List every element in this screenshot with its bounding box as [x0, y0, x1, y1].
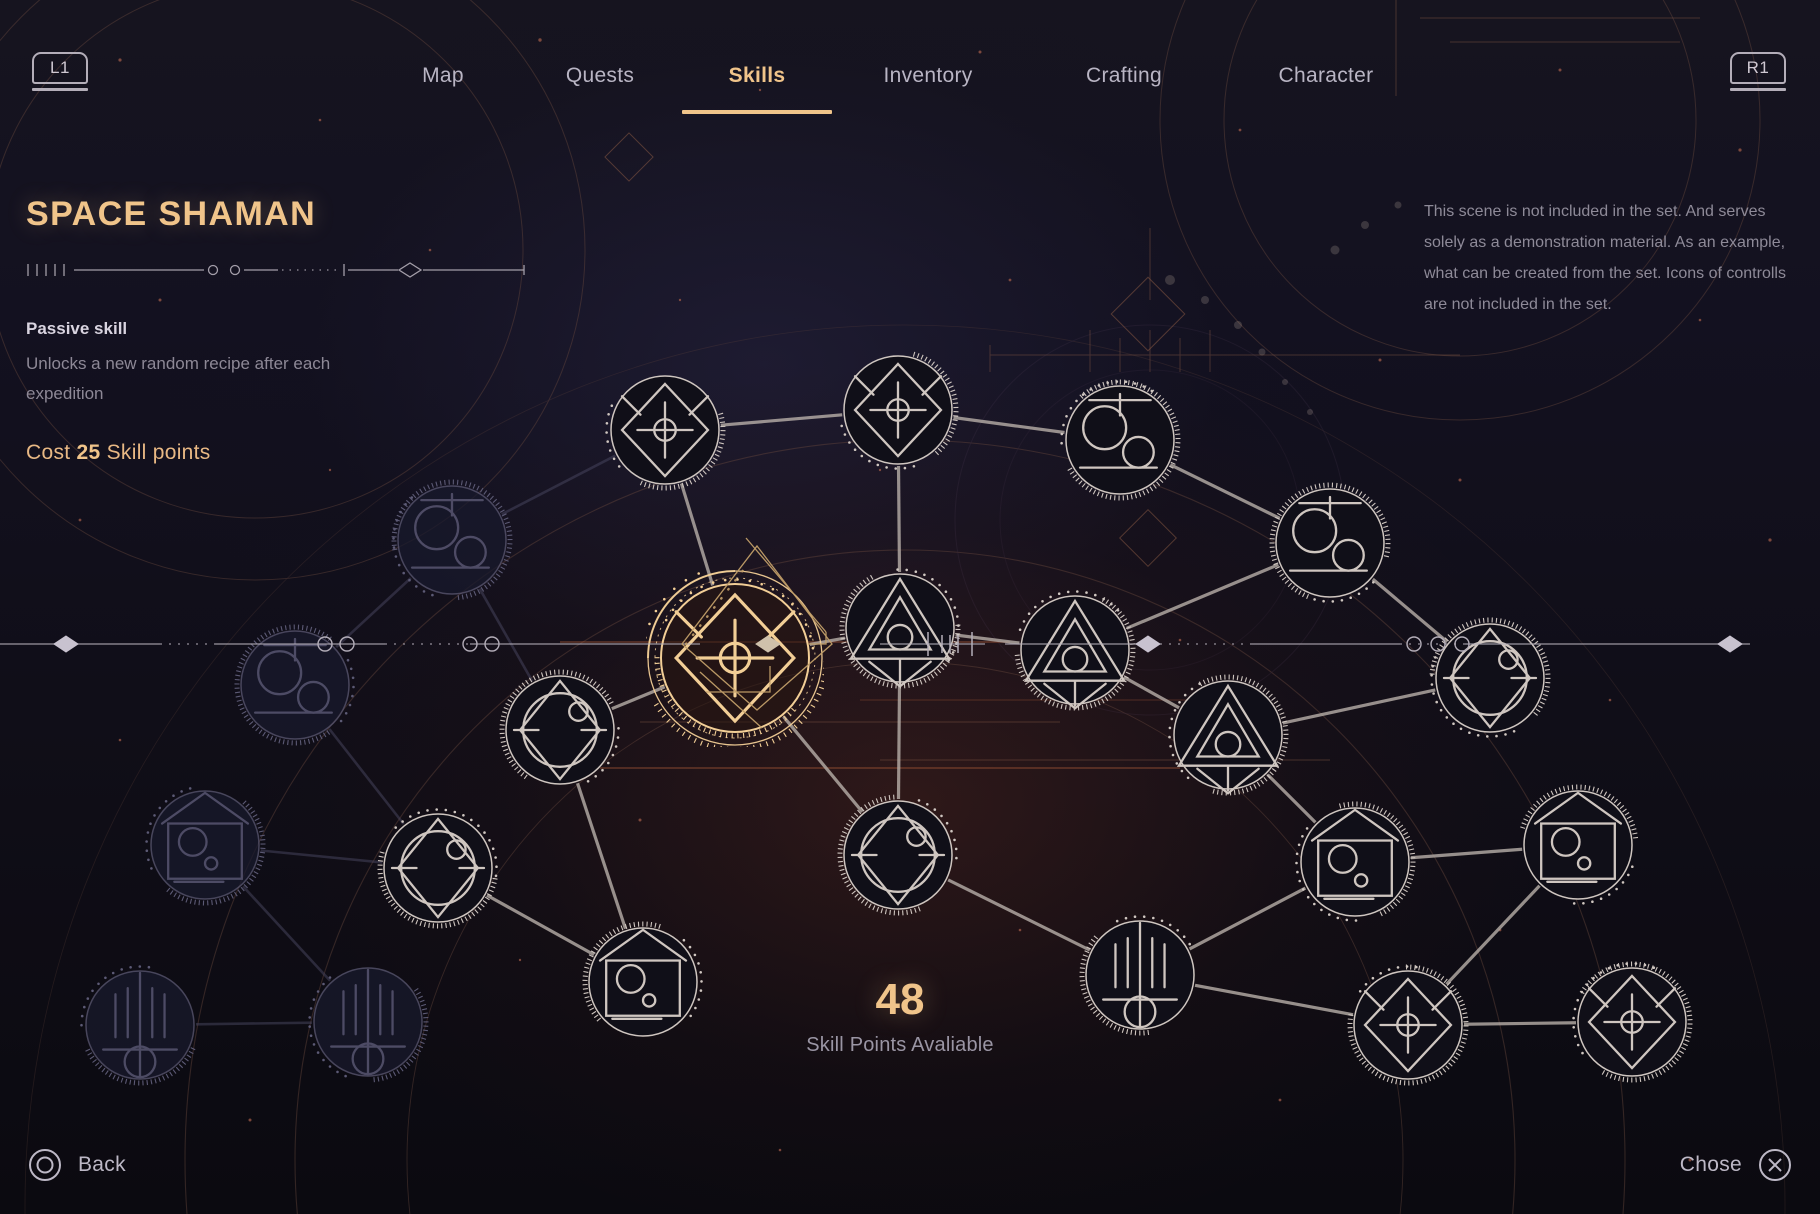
skill-node-graphic	[1060, 379, 1181, 501]
skill-node-beam[interactable]	[1261, 474, 1399, 612]
skill-node-graphic	[1079, 915, 1195, 1036]
l1-underbar	[32, 88, 88, 91]
skill-node-graphic	[605, 375, 726, 491]
nav-tab-quests[interactable]: Quests	[566, 64, 634, 88]
chose-button-label: Chose	[1679, 1153, 1742, 1176]
skill-node-vector[interactable]	[1421, 609, 1559, 747]
skill-node-graphic	[1572, 961, 1693, 1083]
nav-active-underline	[682, 110, 832, 114]
skill-points-block: 48 Skill Points Avaliable	[806, 975, 993, 1057]
skill-node-antenna[interactable]	[1006, 581, 1144, 719]
l1-shoulder-button[interactable]: L1	[32, 52, 90, 98]
skill-node-space-shaman[interactable]	[641, 569, 829, 752]
skill-description: Unlocks a new random recipe after each e…	[26, 354, 331, 403]
skill-node-prism[interactable]	[383, 471, 521, 609]
skill-node-radar[interactable]	[136, 776, 274, 914]
r1-underbar	[1730, 88, 1786, 91]
skill-node-graphic	[308, 967, 429, 1083]
skill-node-compass[interactable]	[1051, 371, 1189, 509]
skill-node-graphic	[839, 568, 961, 689]
skill-node-rocket[interactable]	[829, 786, 967, 924]
nav-tab-skills[interactable]: Skills	[729, 64, 786, 88]
skill-points-label: Skill Points Avaliable	[806, 1034, 994, 1056]
skill-node-spire[interactable]	[299, 953, 437, 1091]
skill-node-graphic	[1269, 482, 1391, 603]
skill-node-graphic	[80, 965, 196, 1086]
skill-node-graphic	[391, 479, 513, 601]
nav-tab-map[interactable]: Map	[422, 64, 464, 88]
skill-tree-screen: L1 R1 Map Quests Skills Inventory Crafting Ch…	[0, 0, 1820, 1214]
skill-node-graphic	[1295, 801, 1416, 922]
skill-node-house[interactable]	[1339, 956, 1477, 1094]
skill-node-graphic	[837, 794, 958, 916]
skill-node-graphic	[499, 669, 620, 785]
skill-node-sphere[interactable]	[1509, 776, 1647, 914]
cost-suffix: Skill points	[100, 441, 211, 464]
cost-value: 25	[76, 441, 101, 464]
circle-button-icon	[29, 1149, 61, 1181]
skill-node-nebula[interactable]	[596, 361, 734, 499]
skill-node-graphic	[145, 787, 266, 906]
cross-button-icon	[1759, 1149, 1791, 1181]
skill-node-graphic	[641, 570, 829, 752]
l1-label: L1	[32, 52, 88, 84]
r1-label: R1	[1730, 52, 1786, 84]
skill-node-pyramid[interactable]	[1159, 666, 1297, 804]
title-divider-graphic	[27, 262, 525, 278]
skill-node-graphic	[234, 624, 355, 746]
footer-bar: Back Chose	[0, 1104, 1820, 1214]
r1-shoulder-button[interactable]: R1	[1730, 52, 1788, 98]
skill-node-grid[interactable]	[491, 661, 629, 799]
skill-node-graphic	[582, 921, 703, 1037]
back-button[interactable]: Back	[28, 1148, 126, 1182]
skill-node-graphic	[1429, 617, 1551, 738]
back-button-label: Back	[78, 1153, 126, 1176]
skill-node-graphic	[377, 808, 498, 929]
nav-tab-character[interactable]: Character	[1279, 64, 1374, 88]
page-title: SPACE SHAMAN	[26, 195, 317, 233]
skill-node-beacon[interactable]	[829, 341, 967, 479]
disclaimer-text: This scene is not included in the set. A…	[1424, 203, 1786, 313]
skill-cost: Cost 25 Skill points	[26, 441, 446, 465]
skill-points-value: 48	[875, 975, 925, 1024]
cost-prefix: Cost	[26, 441, 77, 464]
skill-node-graphic	[840, 351, 959, 470]
skill-node-tower[interactable]	[1071, 906, 1209, 1044]
nav-tab-inventory[interactable]: Inventory	[883, 64, 972, 88]
skill-node-clock[interactable]	[574, 913, 712, 1051]
skill-info-panel: SPACE SHAMAN Passive skill Unlocks a new…	[26, 195, 525, 465]
skill-node-graphic	[1520, 784, 1639, 905]
skill-node-arrowhead[interactable]	[71, 956, 209, 1094]
skill-node-rhombus[interactable]	[1563, 953, 1701, 1091]
chose-button[interactable]: Chose	[1680, 1148, 1792, 1182]
skill-type-label: Passive skill	[26, 319, 128, 338]
nav-tab-crafting[interactable]: Crafting	[1086, 64, 1162, 88]
skill-node-lens[interactable]	[226, 616, 364, 754]
skill-node-sigil[interactable]	[831, 559, 969, 697]
skill-node-crosshair[interactable]	[1286, 793, 1424, 931]
top-navigation: L1 R1 Map Quests Skills Inventory Crafting Ch…	[0, 0, 1820, 729]
skill-node-graphic	[1347, 964, 1469, 1086]
skill-node-graphic	[1168, 674, 1289, 796]
skill-node-orbit[interactable]	[369, 799, 507, 937]
skill-node-graphic	[1014, 590, 1136, 711]
